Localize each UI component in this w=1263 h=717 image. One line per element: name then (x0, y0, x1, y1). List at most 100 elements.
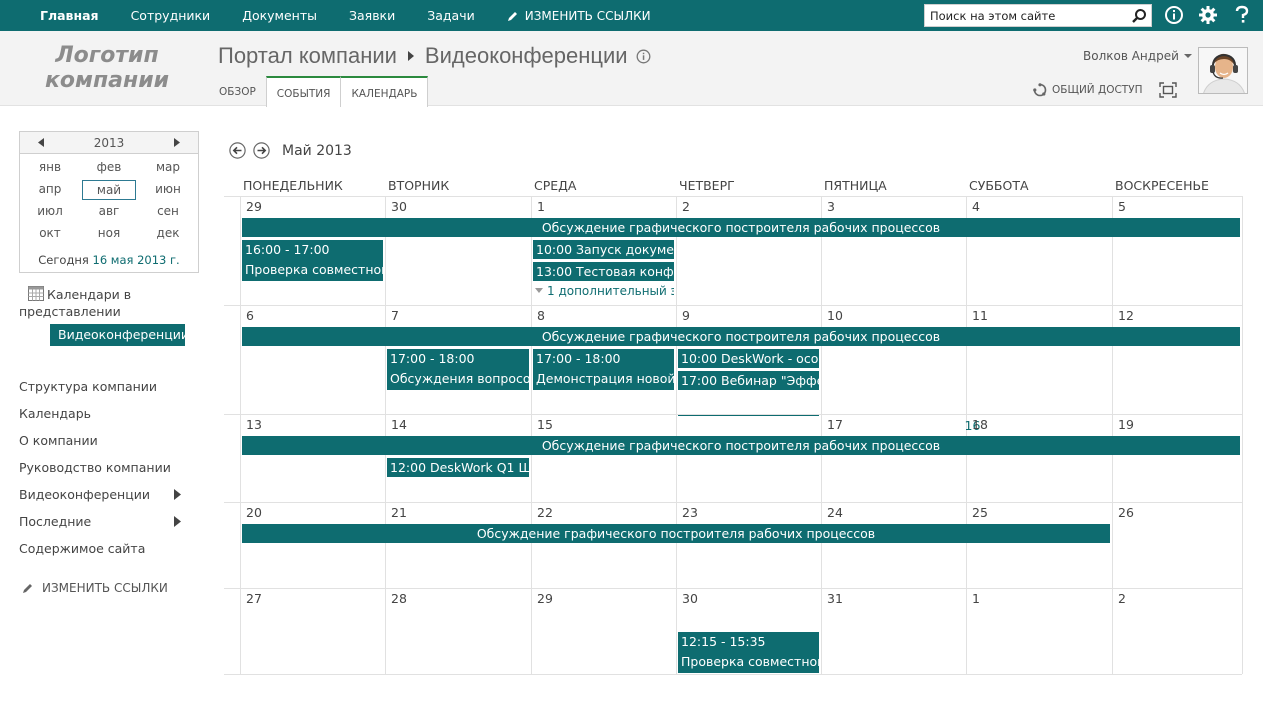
top-nav-home[interactable]: Главная (40, 8, 99, 23)
day-number[interactable]: 6 (246, 308, 254, 323)
chevron-right-icon[interactable] (174, 489, 181, 500)
month-11[interactable]: ноя (80, 224, 138, 244)
gear-icon[interactable] (1198, 5, 1218, 25)
day-number[interactable]: 20 (246, 505, 262, 520)
top-nav-documents[interactable]: Документы (242, 8, 317, 23)
top-nav-tasks[interactable]: Задачи (427, 8, 475, 23)
company-logo[interactable]: Логотип компании (32, 43, 182, 93)
site-header: Логотип компании Портал компании Видеоко… (0, 31, 1263, 107)
month-4[interactable]: апр (20, 180, 80, 200)
day-number[interactable]: 23 (682, 505, 698, 520)
day-number[interactable]: 9 (682, 308, 690, 323)
calendar-event[interactable]: 12:15 - 15:35 Проверка совместной (678, 632, 819, 673)
search-input[interactable] (925, 5, 1125, 26)
multi-day-event[interactable]: Обсуждение графического построителя рабо… (242, 218, 1240, 237)
calendar-event[interactable]: 13:00 Тестовая конфере (533, 262, 674, 281)
month-8[interactable]: авг (80, 202, 138, 222)
grid-vertical-line (1242, 196, 1243, 674)
calendar-event[interactable]: 17:00 - 18:00 Обсуждения вопросов (387, 349, 529, 390)
day-number[interactable]: 12 (1118, 308, 1134, 323)
nav-item-company-structure[interactable]: Структура компании (19, 378, 189, 405)
tab-calendar[interactable]: КАЛЕНДАРЬ (341, 76, 429, 107)
calendar-event[interactable]: 10:00 DeskWork - особе (678, 349, 819, 368)
tab-overview[interactable]: ОБЗОР (209, 76, 266, 106)
day-number[interactable]: 1 (537, 199, 545, 214)
info-icon[interactable] (636, 49, 651, 64)
avatar[interactable] (1198, 47, 1248, 94)
day-number[interactable]: 31 (827, 591, 843, 606)
nav-item-recent[interactable]: Последние (19, 513, 189, 540)
day-number[interactable]: 2 (682, 199, 690, 214)
day-number[interactable]: 29 (537, 591, 553, 606)
nav-item-site-contents[interactable]: Содержимое сайта (19, 540, 189, 567)
breadcrumb-site-link[interactable]: Портал компании (218, 43, 397, 69)
calendar-event[interactable]: 10:00 Запуск документо (533, 240, 674, 259)
next-year-icon[interactable] (174, 138, 180, 147)
nav-item-calendar[interactable]: Календарь (19, 405, 189, 432)
next-month-icon[interactable] (253, 142, 270, 159)
nav-item-about-company[interactable]: О компании (19, 432, 189, 459)
focus-mode-icon[interactable] (1159, 82, 1177, 98)
day-number[interactable]: 1 (972, 591, 980, 606)
day-number[interactable]: 22 (537, 505, 553, 520)
calendar-event[interactable]: 16:00 - 17:00 Проверка совместной (242, 240, 383, 281)
day-number[interactable]: 24 (827, 505, 843, 520)
help-icon[interactable] (1164, 5, 1184, 25)
previous-month-icon[interactable] (229, 142, 246, 159)
day-number[interactable]: 8 (537, 308, 545, 323)
top-nav-requests[interactable]: Заявки (349, 8, 395, 23)
day-number[interactable]: 30 (391, 199, 407, 214)
calendar-event[interactable]: 17:00 Вебинар "Эффекти (678, 371, 819, 390)
day-number[interactable]: 29 (246, 199, 262, 214)
month-3[interactable]: мар (138, 158, 198, 178)
month-5[interactable]: май (82, 180, 136, 200)
day-number[interactable]: 30 (682, 591, 698, 606)
top-nav-employees[interactable]: Сотрудники (131, 8, 211, 23)
chevron-right-icon[interactable] (174, 516, 181, 527)
chevron-down-icon (1183, 54, 1192, 58)
search-icon[interactable] (1131, 8, 1147, 24)
calendar-event[interactable]: 17:00 - 18:00 Демонстрация новой в (533, 349, 674, 390)
month-9[interactable]: сен (138, 202, 198, 222)
month-2[interactable]: фев (80, 158, 138, 178)
day-number[interactable]: 21 (391, 505, 407, 520)
nav-item-videoconferences[interactable]: Видеоконференции (19, 486, 189, 513)
day-number[interactable]: 14 (391, 417, 407, 432)
share-button[interactable]: ОБЩИЙ ДОСТУП (1033, 83, 1143, 97)
day-number[interactable]: 10 (827, 308, 843, 323)
day-number[interactable]: 18 (972, 417, 988, 432)
calendar-event[interactable]: 12:00 DeskWork Q1 Шаг (387, 458, 529, 477)
month-7[interactable]: июл (20, 202, 80, 222)
day-number[interactable]: 2 (1118, 591, 1126, 606)
day-number[interactable]: 3 (827, 199, 835, 214)
month-10[interactable]: окт (20, 224, 80, 244)
day-number[interactable]: 5 (1118, 199, 1126, 214)
user-menu[interactable]: Волков Андрей (1083, 49, 1193, 63)
day-number[interactable]: 26 (1118, 505, 1134, 520)
left-edit-links-button[interactable]: ИЗМЕНИТЬ ССЫЛКИ (22, 581, 168, 595)
multi-day-event[interactable]: Обсуждение графического построителя рабо… (242, 436, 1240, 455)
nav-item-company-management[interactable]: Руководство компании (19, 459, 189, 486)
today-link[interactable]: 16 мая 2013 г. (93, 253, 180, 267)
day-number[interactable]: 27 (246, 591, 262, 606)
day-number[interactable]: 15 (537, 417, 553, 432)
day-number[interactable]: 19 (1118, 417, 1134, 432)
breadcrumb-arrow-icon (407, 51, 414, 61)
day-number[interactable]: 25 (972, 505, 988, 520)
multi-day-event[interactable]: Обсуждение графического построителя рабо… (242, 327, 1240, 346)
day-number[interactable]: 13 (246, 417, 262, 432)
month-1[interactable]: янв (20, 158, 80, 178)
month-6[interactable]: июн (138, 180, 198, 200)
question-icon[interactable] (1234, 5, 1250, 25)
top-edit-links-button[interactable]: ИЗМЕНИТЬ ССЫЛКИ (507, 9, 651, 23)
more-items-link[interactable]: 1 дополнительный эл (535, 284, 674, 298)
day-number[interactable]: 4 (972, 199, 980, 214)
calendar-overlay-videoconferences[interactable]: Видеоконференции (50, 324, 189, 346)
day-number[interactable]: 7 (391, 308, 399, 323)
month-12[interactable]: дек (138, 224, 198, 244)
day-number[interactable]: 11 (972, 308, 988, 323)
day-number[interactable]: 28 (391, 591, 407, 606)
day-number[interactable]: 17 (827, 417, 843, 432)
multi-day-event[interactable]: Обсуждение графического построителя рабо… (242, 524, 1110, 543)
tab-events[interactable]: СОБЫТИЯ (265, 76, 342, 107)
